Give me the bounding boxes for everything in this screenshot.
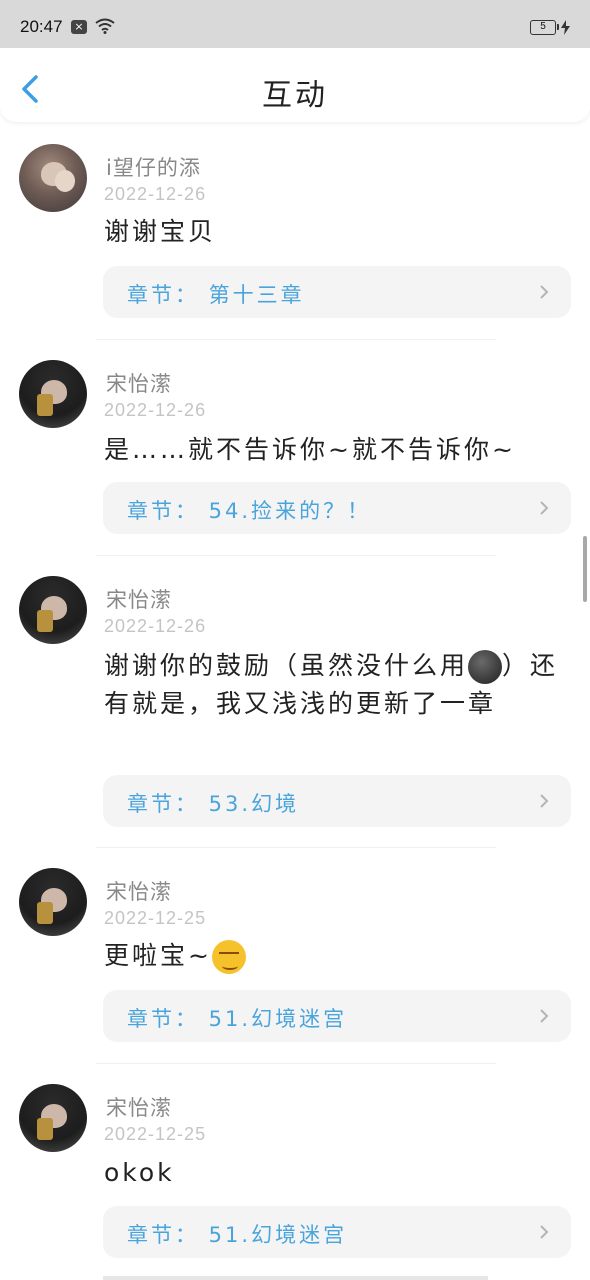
- username[interactable]: i望仔的添: [106, 152, 201, 182]
- comment-item: 宋怡潆 2022-12-25 更啦宝~ 章节： 51.幻境迷宫: [0, 848, 590, 1064]
- comment-text: 谢谢你的鼓励（虽然没什么用 ）还有就是，我又浅浅的更新了一章: [104, 647, 564, 723]
- comment-item: i望仔的添 2022-12-26 谢谢宝贝 章节： 第十三章: [0, 122, 590, 340]
- chevron-right-icon: [540, 1009, 549, 1023]
- chapter-label: 章节： 53.幻境: [127, 792, 300, 816]
- comment-date: 2022-12-26: [104, 184, 207, 204]
- chapter-link[interactable]: 章节： 53.幻境: [103, 775, 571, 827]
- notification-icon: ×: [71, 20, 87, 34]
- avatar[interactable]: [19, 144, 87, 212]
- chevron-right-icon: [540, 285, 549, 299]
- status-bar: 20:47 × 5: [0, 0, 590, 48]
- comment-date: 2022-12-25: [104, 908, 207, 928]
- chapter-link[interactable]: 章节： 54.捡来的？！: [103, 482, 571, 534]
- chapter-link[interactable]: 章节： 51.幻境迷宫: [103, 990, 571, 1042]
- comment-date: 2022-12-26: [104, 616, 207, 636]
- chapter-label: 章节： 51.幻境迷宫: [127, 1007, 348, 1031]
- avatar[interactable]: [19, 1084, 87, 1152]
- comment-text-part: 更啦宝~: [104, 941, 212, 970]
- comment-item: 宋怡潆 2022-12-26 是……就不告诉你~就不告诉你~ 章节： 54.捡来…: [0, 340, 590, 556]
- chapter-label: 章节： 第十三章: [127, 283, 305, 307]
- wifi-icon: [95, 18, 115, 34]
- avatar[interactable]: [19, 360, 87, 428]
- smirk-emoji-icon: [211, 940, 246, 974]
- next-item-edge: [103, 1276, 488, 1280]
- avatar[interactable]: [19, 576, 87, 644]
- scrollbar[interactable]: [583, 536, 587, 602]
- chapter-link[interactable]: 章节： 51.幻境迷宫: [103, 1206, 571, 1258]
- avatar[interactable]: [19, 868, 87, 936]
- chapter-label: 章节： 54.捡来的？！: [127, 499, 372, 523]
- username[interactable]: 宋怡潆: [106, 584, 172, 614]
- comment-item: 宋怡潆 2022-12-25 okok 章节： 51.幻境迷宫: [0, 1064, 590, 1280]
- battery-icon: 5: [530, 20, 559, 35]
- chevron-right-icon: [540, 794, 549, 808]
- lightning-icon: [561, 20, 570, 35]
- comment-text: 谢谢宝贝: [104, 217, 217, 246]
- comment-text-part: 谢谢你的鼓励（虽然没什么用: [104, 651, 469, 680]
- dark-face-emoji-icon: [468, 650, 503, 684]
- chapter-link[interactable]: 章节： 第十三章: [103, 266, 571, 318]
- comment-text: 是……就不告诉你~就不告诉你~: [104, 435, 516, 464]
- chevron-right-icon: [540, 1225, 549, 1239]
- comment-date: 2022-12-25: [104, 1124, 207, 1144]
- comment-text: okok: [104, 1158, 175, 1187]
- comment-date: 2022-12-26: [104, 400, 207, 420]
- username[interactable]: 宋怡潆: [106, 368, 172, 398]
- username[interactable]: 宋怡潆: [106, 1092, 172, 1122]
- header-bar: 互动: [0, 48, 590, 122]
- comment-item: 宋怡潆 2022-12-26 谢谢你的鼓励（虽然没什么用 ）还有就是，我又浅浅的更…: [0, 556, 590, 848]
- chevron-right-icon: [540, 501, 549, 515]
- comment-text: 更啦宝~: [104, 937, 564, 975]
- status-time: 20:47: [20, 17, 63, 36]
- username[interactable]: 宋怡潆: [106, 876, 172, 906]
- page-title: 互动: [262, 78, 328, 113]
- chapter-label: 章节： 51.幻境迷宫: [127, 1223, 348, 1247]
